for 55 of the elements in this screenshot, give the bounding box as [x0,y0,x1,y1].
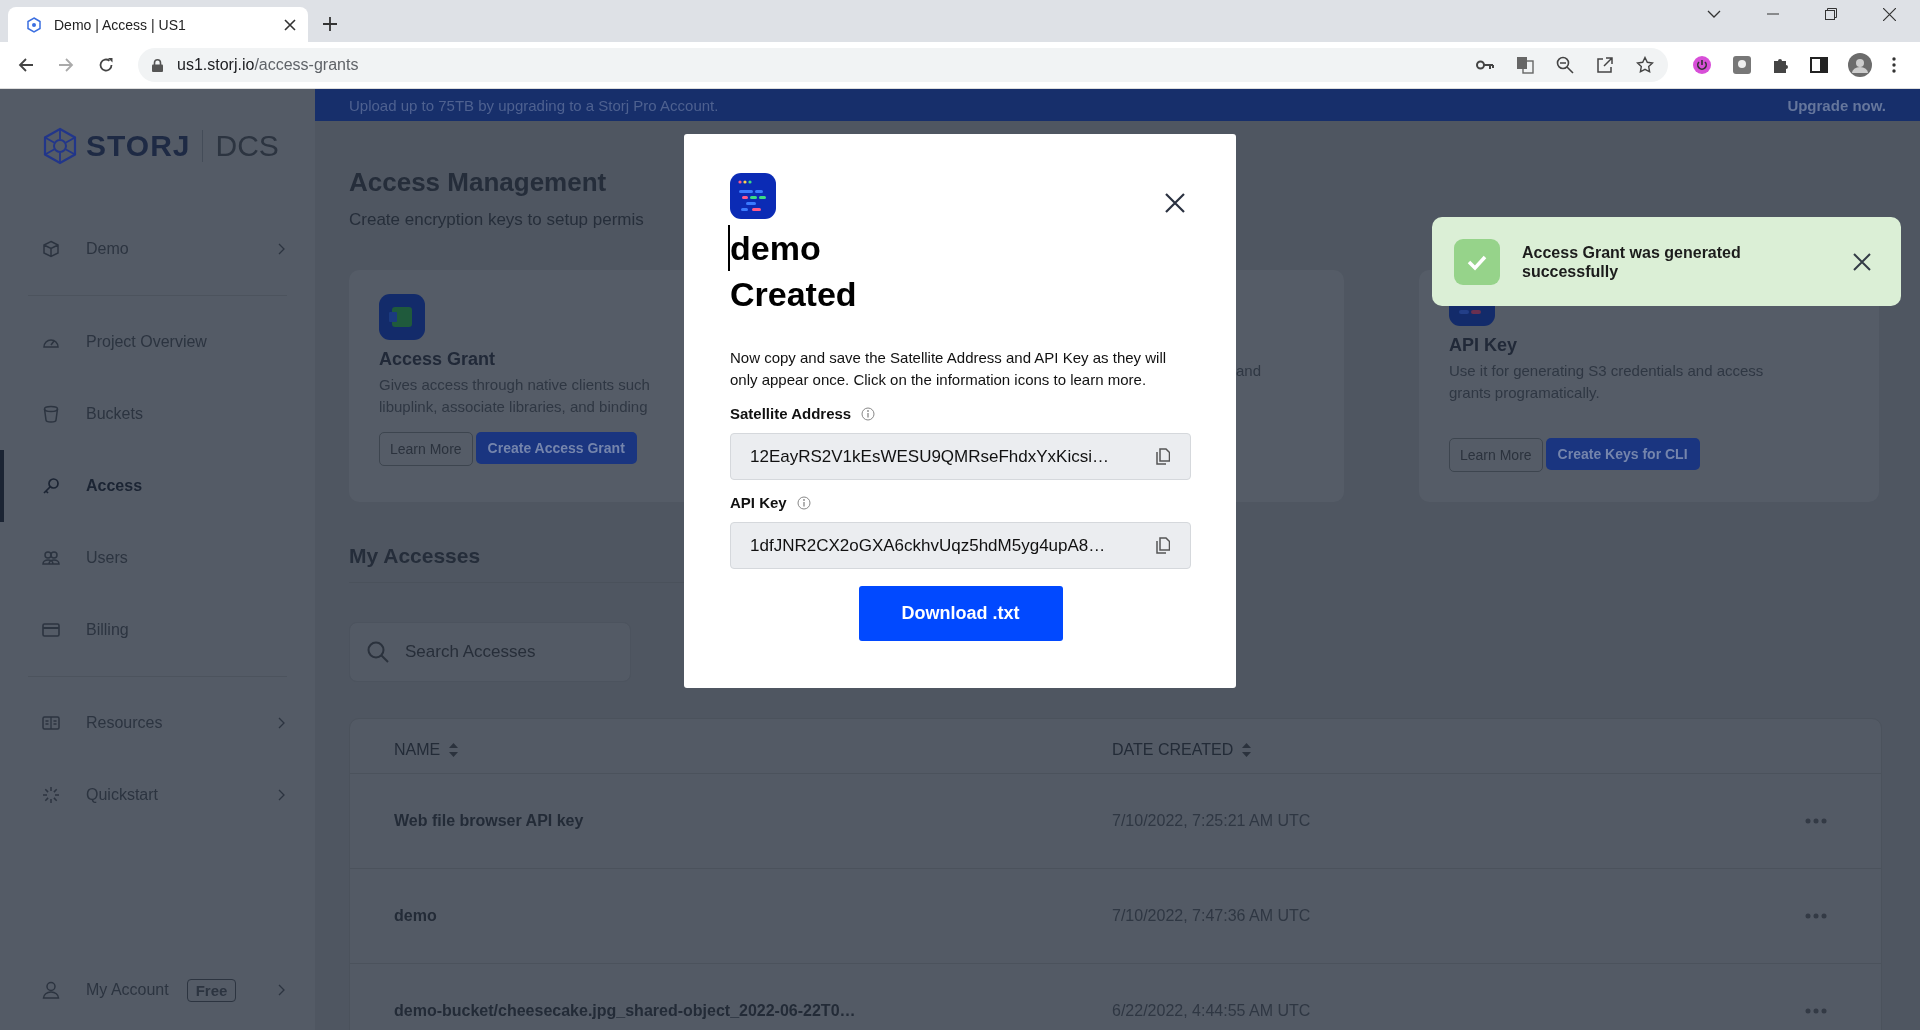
browser-tab[interactable]: Demo | Access | US1 [8,7,308,42]
translate-icon[interactable] [1516,56,1534,74]
checkmark-icon [1454,238,1500,285]
star-icon[interactable] [1636,56,1654,74]
cube-icon [42,240,60,258]
toast-message: Access Grant was generated successfully [1522,242,1742,281]
sort-icon [1242,742,1252,758]
side-panel-icon[interactable] [1810,57,1828,73]
reload-icon[interactable] [98,57,114,73]
info-icon[interactable] [796,495,811,510]
spinner-icon [42,786,60,804]
close-icon[interactable] [1883,7,1896,21]
power-extension-icon[interactable] [1692,55,1712,75]
zoom-out-icon[interactable] [1556,56,1574,74]
chevron-down-icon[interactable] [1707,9,1721,19]
create-button[interactable]: Create Keys for CLI [1545,438,1700,470]
share-icon[interactable] [1596,56,1614,74]
users-icon [42,549,60,567]
extension-icon[interactable] [1732,55,1752,75]
download-button[interactable]: Download .txt [858,586,1063,641]
close-icon[interactable] [284,18,296,31]
dialog-title: demo [728,225,821,271]
create-button[interactable]: Create Access Grant [475,432,637,464]
lock-icon [152,58,163,72]
key-icon [42,477,60,495]
close-icon[interactable] [1165,193,1185,213]
field-label: API Key [730,494,787,511]
profile-avatar-icon[interactable] [1848,53,1872,77]
credit-card-icon [42,621,60,639]
search-icon [367,641,389,663]
restore-icon[interactable] [1825,8,1837,20]
tab-title: Demo | Access | US1 [54,16,187,33]
puzzle-icon[interactable] [1772,56,1790,74]
close-icon[interactable] [1853,252,1871,271]
hexagon-logo-icon [26,16,42,33]
bucket-icon [42,405,60,423]
new-tab-icon[interactable] [322,16,338,32]
address-bar[interactable]: us1.storj.io/access-grants [138,48,1668,82]
copy-icon[interactable] [1156,448,1170,465]
field-label: Satellite Address [730,405,852,422]
info-icon[interactable] [861,406,876,421]
code-window-icon [730,173,776,219]
book-icon [42,714,60,732]
dialog-title: Created [730,274,858,315]
user-icon [42,981,60,999]
readonly-field[interactable]: 12EayRS2V1kEsWESU9QMRseFhdxYxKicsi… [730,433,1191,480]
readonly-field[interactable]: 1dfJNR2CX2oGXA6ckhvUqz5hdM5yg4upA8… [730,522,1191,569]
back-arrow-icon[interactable] [18,57,34,73]
dialog-message: Now copy and save the Satellite Address and API Key as they will only appear once. Click on the information icons to learn more. [730,348,1168,390]
key-icon[interactable] [1476,60,1494,70]
sidebar-item[interactable]: Access [0,450,315,522]
copy-icon[interactable] [1156,537,1170,554]
upgrade-link[interactable]: Upgrade now. [1787,96,1886,114]
sort-icon [449,742,459,758]
more-vertical-icon[interactable] [1892,57,1896,73]
